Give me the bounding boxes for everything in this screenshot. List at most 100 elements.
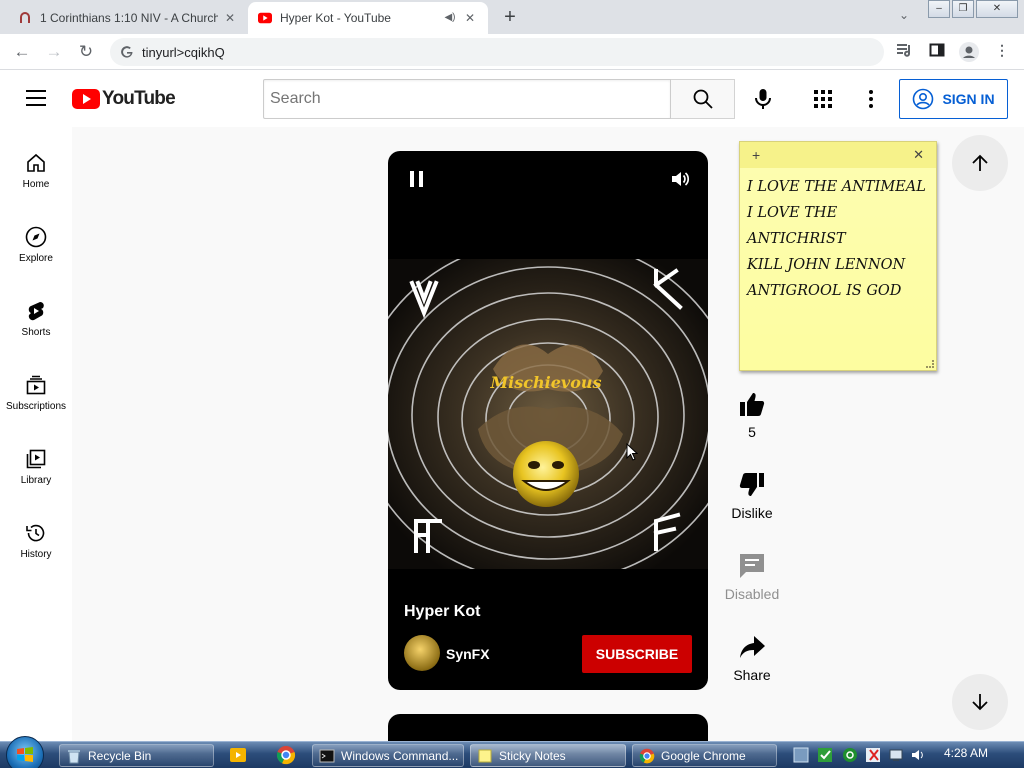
chrome-icon [639,748,655,764]
subscribe-button[interactable]: SUBSCRIBE [582,635,692,673]
tray-volume-icon[interactable] [912,750,923,760]
arrow-up-icon [972,154,988,171]
start-button[interactable] [6,736,44,768]
taskbar-command-prompt[interactable]: Windows Command... [312,744,464,767]
maximize-button[interactable]: ❐ [952,0,974,18]
screen: 1 Corinthians 1:10 NIV - A Church ✕ Hype… [0,0,1024,768]
taskbar-item-label: Recycle Bin [88,748,152,763]
new-note-icon[interactable]: + [752,147,760,163]
windows-logo-icon [17,747,33,762]
taskbar-sticky-notes[interactable]: Sticky Notes [470,744,626,767]
note-line[interactable]: KILL JOHN LENNON [747,257,905,273]
tab-close-icon[interactable]: ✕ [462,10,478,26]
guide-item-subscriptions[interactable]: Subscriptions [0,353,72,423]
video-frame: Mischievous [388,259,708,569]
close-window-button[interactable]: ✕ [976,0,1018,18]
guide-item-history[interactable]: History [0,501,72,571]
taskbar-google-chrome[interactable]: Google Chrome [632,744,777,767]
guide-item-library[interactable]: Library [0,427,72,497]
tray-app-icon[interactable] [793,747,809,763]
arrow-down-icon [972,694,988,711]
windows-taskbar: Recycle Bin Windows Command... Sticky No… [0,736,1024,768]
taskbar-clock[interactable]: 4:28 AM [944,746,988,760]
shorts-player[interactable]: Mischievous Hyper Kot SynFX SUBSCRIBE [388,151,708,690]
comments-button: Disabled [722,552,782,602]
guide-item-shorts[interactable]: Shorts [0,279,72,349]
search-icon [693,89,713,109]
browser-toolbar: ← → ↻ tinyurl>cqikhQ ⋮ [0,34,1024,70]
tab-audio-icon[interactable]: ◀) [442,10,458,26]
guide-item-home[interactable]: Home [0,131,72,201]
search-button[interactable] [671,79,735,119]
youtube-favicon-icon [258,11,272,25]
youtube-logo[interactable]: YouTube [72,88,176,110]
sign-in-button[interactable]: SIGN IN [899,79,1008,119]
close-note-icon[interactable]: ✕ [913,147,924,163]
new-tab-button[interactable]: + [498,6,522,30]
tray-flag-icon[interactable] [866,748,880,762]
back-button[interactable]: ← [11,41,33,63]
browser-menu-icon[interactable]: ⋮ [992,42,1012,62]
taskbar-item-label: Google Chrome [661,748,746,763]
short-title[interactable]: Hyper Kot [404,603,480,621]
tab-search-chevron-icon[interactable]: ⌄ [895,8,913,26]
address-bar[interactable]: tinyurl>cqikhQ [110,38,884,66]
note-line[interactable]: ANTICHRIST [747,231,846,247]
tab-bible[interactable]: 1 Corinthians 1:10 NIV - A Church ✕ [8,2,248,34]
dislike-label: Dislike [731,505,773,521]
guide-label: Home [22,179,50,190]
resize-grip-icon[interactable] [926,360,934,368]
left-guide: Home Explore Shorts Subscriptions Librar… [0,127,72,741]
reload-button[interactable]: ↻ [75,41,97,63]
sticky-note[interactable]: + ✕ I LOVE THE ANTIMEAL I LOVE THE ANTIC… [739,141,937,371]
like-button[interactable]: 5 [722,390,782,440]
tray-network-icon[interactable] [889,749,903,761]
volume-icon[interactable] [670,169,690,189]
pause-icon[interactable] [410,171,424,187]
microphone-icon[interactable] [752,88,774,110]
search-input[interactable] [264,80,670,118]
tab-title: 1 Corinthians 1:10 NIV - A Church [40,11,218,25]
apps-grid-icon[interactable] [814,90,832,108]
compass-icon [24,225,48,249]
browser-tab-strip: 1 Corinthians 1:10 NIV - A Church ✕ Hype… [0,0,1024,34]
guide-item-explore[interactable]: Explore [0,205,72,275]
tab-close-icon[interactable]: ✕ [222,10,238,26]
dislike-button[interactable]: Dislike [722,471,782,521]
video-overlay-text: Mischievous [489,373,601,392]
quicklaunch-chrome[interactable] [276,745,298,766]
quicklaunch-media-player[interactable] [228,745,250,766]
channel-avatar[interactable] [404,635,440,671]
forward-button[interactable]: → [43,41,65,63]
settings-more-icon[interactable] [869,90,873,108]
taskbar-recycle-bin[interactable]: Recycle Bin [59,744,214,767]
share-button[interactable]: Share [722,633,782,683]
sticky-note-titlebar[interactable] [740,142,936,168]
profile-avatar-icon[interactable] [959,42,979,62]
channel-name[interactable]: SynFX [446,646,490,662]
guide-label: Shorts [21,327,51,338]
shorts-icon [24,299,48,323]
tab-youtube[interactable]: Hyper Kot - YouTube ◀) ✕ [248,2,488,34]
note-line[interactable]: I LOVE THE [747,205,837,221]
recycle-bin-icon [66,748,82,764]
media-control-icon[interactable] [895,42,915,62]
next-short-button[interactable] [952,674,1008,730]
tray-sync-icon[interactable] [843,748,857,762]
guide-label: History [20,549,52,560]
search-box[interactable] [263,79,671,119]
chrome-icon [276,746,296,765]
taskbar-item-label: Sticky Notes [499,748,566,763]
tray-check-icon[interactable] [818,748,832,762]
thumbs-down-icon [738,471,766,499]
note-line[interactable]: ANTIGROOL IS GOD [747,283,901,299]
note-line[interactable]: I LOVE THE ANTIMEAL [747,179,926,195]
sticky-notes-icon [477,748,493,764]
side-panel-icon[interactable] [927,42,947,62]
minimize-button[interactable]: – [928,0,950,18]
hamburger-menu-icon[interactable] [26,90,46,106]
previous-short-button[interactable] [952,135,1008,191]
youtube-wordmark: YouTube [102,88,176,109]
tab-title: Hyper Kot - YouTube [280,11,391,25]
biblegateway-icon [18,11,32,25]
